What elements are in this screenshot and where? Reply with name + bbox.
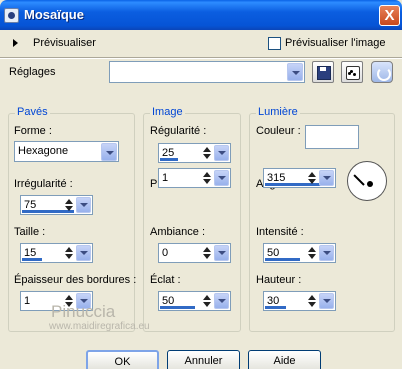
angle-spinner[interactable]: 315 xyxy=(263,168,336,188)
presets-label: Réglages xyxy=(9,66,56,78)
chevron-down-icon[interactable] xyxy=(214,245,229,261)
size-spinner[interactable]: 15 xyxy=(20,243,93,263)
chevron-down-icon[interactable] xyxy=(214,145,229,161)
chevron-down-icon[interactable] xyxy=(214,293,229,309)
intensity-label: Intensité : xyxy=(256,226,304,238)
close-button[interactable]: X xyxy=(379,5,400,26)
randomize-dice-button[interactable] xyxy=(341,61,363,83)
spin-arrows-icon[interactable] xyxy=(202,170,213,186)
expand-triangle-icon[interactable] xyxy=(13,39,18,47)
watermark-name: Pinuccia xyxy=(51,302,116,321)
depth-spinner[interactable]: 1 xyxy=(158,168,231,188)
spin-arrows-icon[interactable] xyxy=(307,170,318,186)
regularity-label: Régularité : xyxy=(150,125,207,137)
angle-dial[interactable] xyxy=(347,161,387,201)
spin-arrows-icon[interactable] xyxy=(202,293,213,309)
shape-value: Hexagone xyxy=(18,145,69,157)
spin-arrows-icon[interactable] xyxy=(307,245,318,261)
app-icon xyxy=(4,8,19,23)
cancel-button[interactable]: Annuler xyxy=(167,350,240,369)
border-thickness-value: 1 xyxy=(24,295,31,307)
group-light-legend: Lumière xyxy=(256,106,300,118)
depth-value: 1 xyxy=(162,172,169,184)
save-preset-button[interactable] xyxy=(312,61,334,83)
irregularity-spinner[interactable]: 75 xyxy=(20,195,93,215)
border-thickness-label: Épaisseur des bordures : xyxy=(14,274,137,286)
preview-row: Prévisualiser Prévisualiser l'image xyxy=(0,30,402,57)
shape-label: Forme : xyxy=(14,125,52,137)
chevron-down-icon[interactable] xyxy=(214,170,229,186)
preview-image-label[interactable]: Prévisualiser l'image xyxy=(285,37,386,49)
regularity-level-bar xyxy=(160,158,178,161)
height-level-bar xyxy=(265,306,286,309)
title-bar: Mosaïque X xyxy=(0,0,402,30)
help-button[interactable]: Aide xyxy=(248,350,321,369)
size-label: Taille : xyxy=(14,226,46,238)
regularity-spinner[interactable]: 25 xyxy=(158,143,231,163)
height-spinner[interactable]: 30 xyxy=(263,291,336,311)
color-label: Couleur : xyxy=(256,125,301,137)
group-image-legend: Image xyxy=(150,106,185,118)
light-color-swatch[interactable] xyxy=(305,125,359,149)
chevron-down-icon[interactable] xyxy=(76,197,91,213)
preview-expand-label[interactable]: Prévisualiser xyxy=(33,37,96,49)
chevron-down-icon[interactable] xyxy=(319,293,334,309)
ambiance-spinner[interactable]: 0 xyxy=(158,243,231,263)
chevron-down-icon[interactable] xyxy=(287,63,303,81)
preview-image-checkbox[interactable] xyxy=(268,37,281,50)
size-level-bar xyxy=(22,258,42,261)
separator xyxy=(0,57,402,59)
ambiance-label: Ambiance : xyxy=(150,226,206,238)
spin-arrows-icon[interactable] xyxy=(307,293,318,309)
height-label: Hauteur : xyxy=(256,274,302,286)
shine-label: Éclat : xyxy=(150,274,181,286)
ambiance-value: 0 xyxy=(162,247,169,259)
shine-spinner[interactable]: 50 xyxy=(158,291,231,311)
reset-button[interactable] xyxy=(371,61,393,83)
window-title: Mosaïque xyxy=(24,7,84,22)
spin-arrows-icon[interactable] xyxy=(202,245,213,261)
group-tiles-legend: Pavés xyxy=(15,106,50,118)
chevron-down-icon[interactable] xyxy=(319,245,334,261)
dial-hand-icon xyxy=(353,174,365,186)
spin-arrows-icon[interactable] xyxy=(64,245,75,261)
chevron-down-icon[interactable] xyxy=(76,245,91,261)
shine-level-bar xyxy=(160,306,195,309)
spin-arrows-icon[interactable] xyxy=(64,197,75,213)
shape-dropdown[interactable]: Hexagone xyxy=(14,141,119,162)
chevron-down-icon[interactable] xyxy=(319,170,334,186)
intensity-level-bar xyxy=(265,258,300,261)
intensity-spinner[interactable]: 50 xyxy=(263,243,336,263)
spin-arrows-icon[interactable] xyxy=(202,145,213,161)
presets-dropdown[interactable] xyxy=(109,61,305,83)
watermark-url: www.maidiregrafica.eu xyxy=(49,321,150,332)
ok-button[interactable]: OK xyxy=(86,350,159,369)
chevron-down-icon[interactable] xyxy=(101,143,117,161)
irregularity-label: Irrégularité : xyxy=(14,178,73,190)
